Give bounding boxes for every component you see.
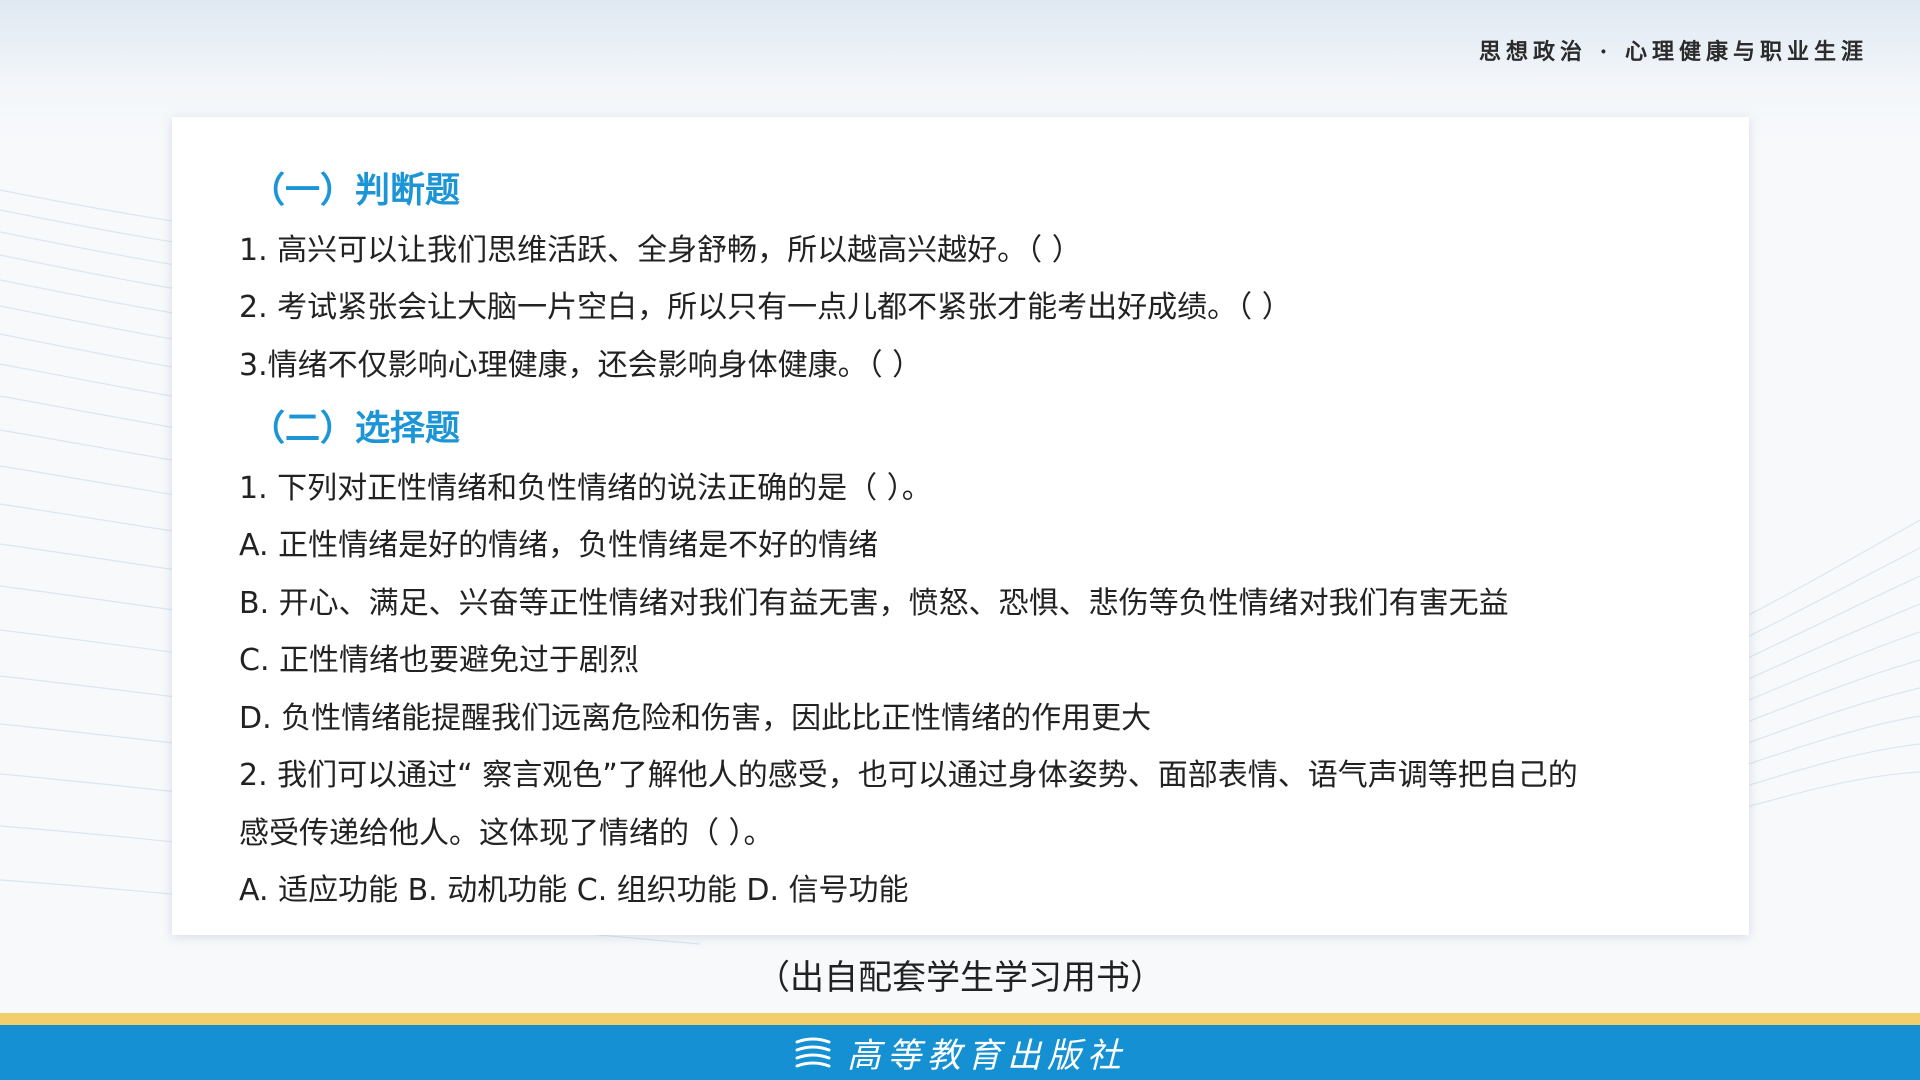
- section-heading-true-false: （一）判断题: [250, 171, 461, 211]
- answer-option: C. 正性情绪也要避免过于剧烈: [239, 643, 640, 678]
- footer-accent-stripe: [0, 1013, 1920, 1025]
- question-line: 1. 下列对正性情绪和负性情绪的说法正确的是（ ）。: [239, 471, 932, 506]
- question-line: 1. 高兴可以让我们思维活跃、全身舒畅，所以越高兴越好。（ ）: [239, 233, 1082, 268]
- answer-option: A. 适应功能 B. 动机功能 C. 组织功能 D. 信号功能: [239, 873, 909, 908]
- section-heading-multiple-choice: （二）选择题: [250, 409, 461, 449]
- question-line: 3.情绪不仅影响心理健康，还会影响身体健康。（ ）: [239, 348, 923, 383]
- publisher-name: 高等教育出版社: [847, 1036, 1127, 1076]
- course-title: 思想政治 · 心理健康与职业生涯: [1479, 39, 1868, 65]
- question-line: 感受传递给他人。这体现了情绪的（ ）。: [239, 816, 774, 851]
- answer-option: A. 正性情绪是好的情绪，负性情绪是不好的情绪: [239, 528, 879, 563]
- publisher-logo: 高等教育出版社: [0, 1025, 1920, 1080]
- answer-option: D. 负性情绪能提醒我们远离危险和伤害，因此比正性情绪的作用更大: [239, 701, 1152, 736]
- question-line: 2. 考试紧张会让大脑一片空白，所以只有一点儿都不紧张才能考出好成绩。（ ）: [239, 290, 1292, 325]
- book-stack-icon: [795, 1037, 831, 1067]
- question-line: 2. 我们可以通过“ 察言观色”了解他人的感受，也可以通过身体姿势、面部表情、语…: [239, 758, 1578, 793]
- answer-option: B. 开心、满足、兴奋等正性情绪对我们有益无害，愤怒、恐惧、悲伤等负性情绪对我们…: [239, 586, 1509, 621]
- source-note: （出自配套学生学习用书）: [756, 958, 1164, 998]
